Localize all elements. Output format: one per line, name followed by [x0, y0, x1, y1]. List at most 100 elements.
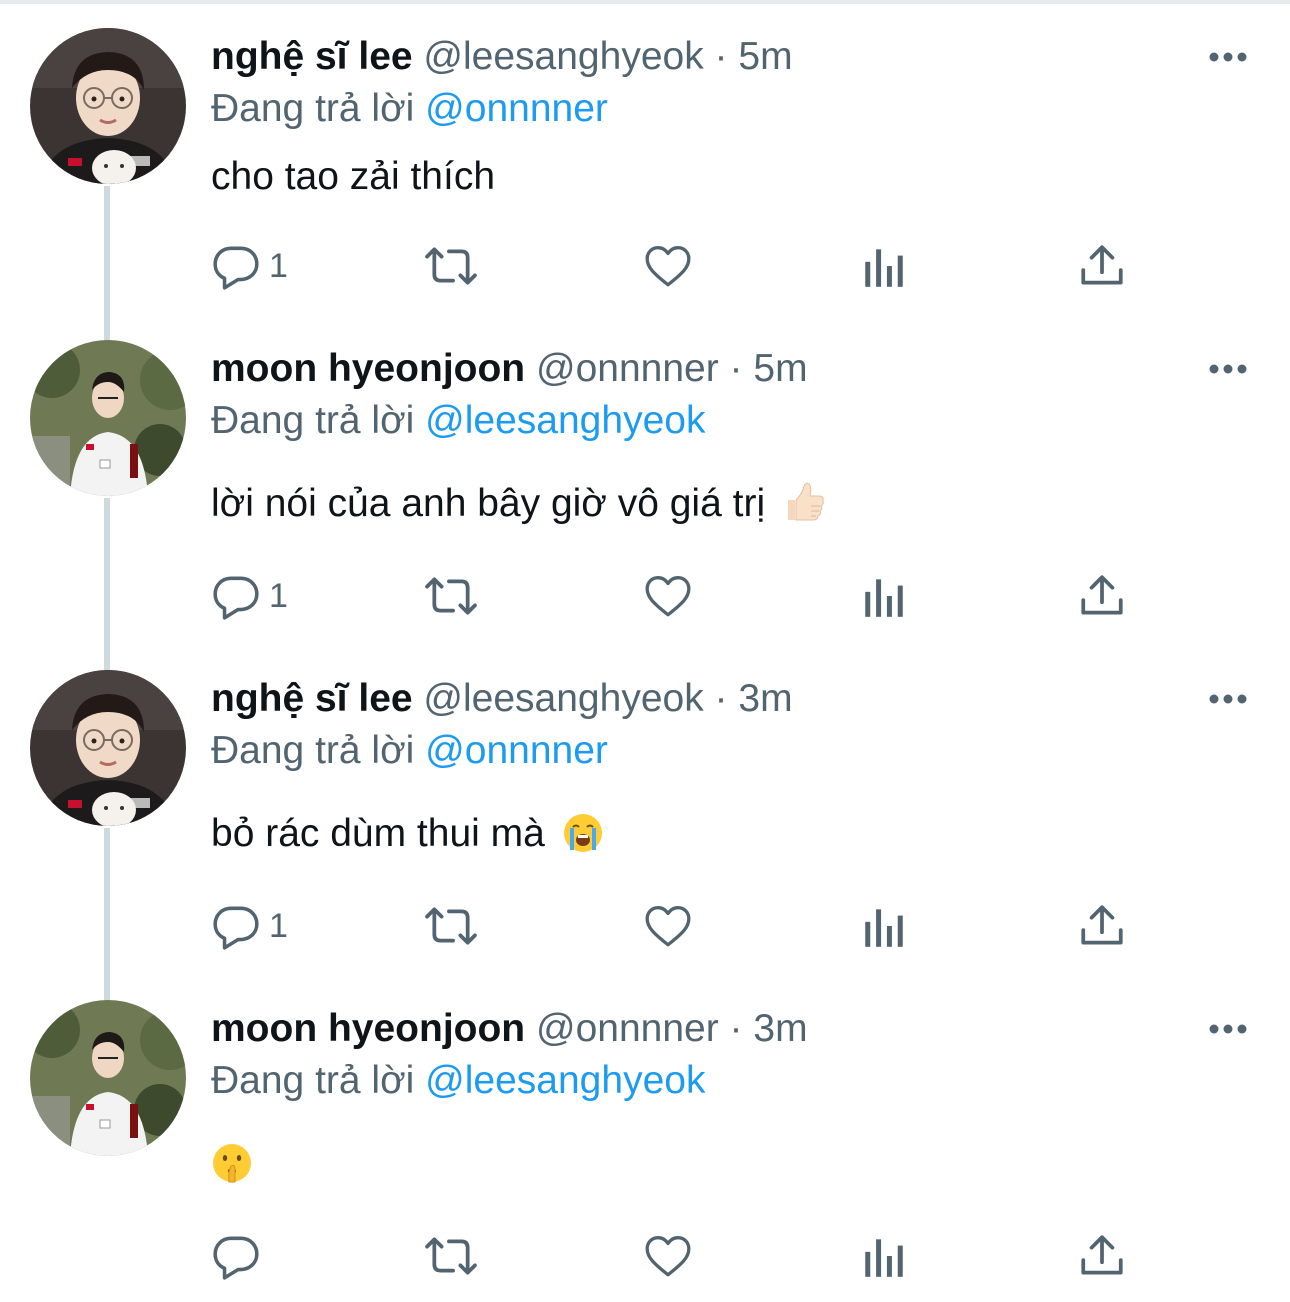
separator-dot: · — [729, 1007, 743, 1050]
tweet-text-content: bỏ rác dùm thui mà — [211, 812, 545, 855]
analytics-icon — [865, 909, 903, 947]
timestamp[interactable]: 5m — [738, 35, 792, 78]
reply-count: 1 — [269, 577, 288, 615]
reply-button[interactable]: 1 — [211, 896, 288, 956]
username[interactable]: @onnnner — [536, 1007, 719, 1050]
separator-dot: · — [714, 35, 728, 78]
share-button[interactable] — [1077, 896, 1127, 956]
replying-to-label: Đang trả lời — [211, 1059, 415, 1102]
replying-to: Đang trả lời @onnnner — [211, 86, 608, 132]
retweet-icon — [425, 907, 477, 945]
reply-icon — [213, 246, 259, 290]
share-button[interactable] — [1077, 236, 1127, 296]
separator-dot: · — [714, 677, 728, 720]
more-options-icon[interactable] — [1200, 42, 1256, 72]
tweet[interactable]: moon hyeonjoon @onnnner · 3m Đang trả lờ… — [0, 972, 1290, 1302]
tweet-header: moon hyeonjoon @onnnner · 3m — [211, 1006, 808, 1052]
display-name[interactable]: moon hyeonjoon — [211, 347, 525, 390]
analytics-button[interactable] — [861, 896, 907, 956]
shushing-face-emoji — [211, 1142, 253, 1196]
tweet-text-content: lời nói của anh bây giờ vô giá trị — [211, 482, 766, 525]
heart-icon — [645, 576, 691, 617]
tweet-text-content: cho tao zải thích — [211, 155, 496, 198]
share-icon — [1081, 1235, 1123, 1275]
analytics-icon — [865, 579, 903, 617]
reply-icon — [213, 576, 259, 620]
tweet[interactable]: nghệ sĩ lee @leesanghyeok · 3m Đang trả … — [0, 642, 1290, 972]
analytics-icon — [865, 249, 903, 287]
mention-link[interactable]: @leesanghyeok — [425, 1059, 705, 1102]
replying-to-label: Đang trả lời — [211, 399, 415, 442]
retweet-button[interactable] — [423, 1226, 479, 1286]
display-name[interactable]: nghệ sĩ lee — [211, 35, 413, 78]
tweet-text: lời nói của anh bây giờ vô giá trị — [211, 480, 826, 536]
retweet-icon — [425, 1237, 477, 1275]
analytics-button[interactable] — [861, 566, 907, 626]
action-bar — [211, 1226, 1141, 1286]
retweet-button[interactable] — [423, 896, 479, 956]
avatar[interactable] — [30, 28, 186, 184]
like-button[interactable] — [643, 566, 693, 626]
reply-button[interactable]: 1 — [211, 236, 288, 296]
replying-to: Đang trả lời @leesanghyeok — [211, 1058, 705, 1104]
mention-link[interactable]: @onnnner — [425, 729, 608, 772]
avatar[interactable] — [30, 340, 186, 496]
reply-button[interactable]: 1 — [211, 566, 288, 626]
like-button[interactable] — [643, 896, 693, 956]
heart-icon — [645, 1236, 691, 1277]
thumbs-up-emoji — [782, 480, 826, 536]
timestamp[interactable]: 3m — [753, 1007, 807, 1050]
tweet-header: moon hyeonjoon @onnnner · 5m — [211, 346, 808, 392]
replying-to-label: Đang trả lời — [211, 87, 415, 130]
like-button[interactable] — [643, 1226, 693, 1286]
tweet-header: nghệ sĩ lee @leesanghyeok · 3m — [211, 676, 793, 722]
username[interactable]: @onnnner — [536, 347, 719, 390]
mention-link[interactable]: @leesanghyeok — [425, 399, 705, 442]
tweet[interactable]: moon hyeonjoon @onnnner · 5m Đang trả lờ… — [0, 312, 1290, 642]
display-name[interactable]: moon hyeonjoon — [211, 1007, 525, 1050]
more-options-icon[interactable] — [1200, 354, 1256, 384]
timestamp[interactable]: 5m — [753, 347, 807, 390]
analytics-button[interactable] — [861, 1226, 907, 1286]
reply-count: 1 — [269, 247, 288, 285]
more-options-icon[interactable] — [1200, 1014, 1256, 1044]
tweet-text: cho tao zải thích — [211, 153, 495, 201]
more-options-icon[interactable] — [1200, 684, 1256, 714]
heart-icon — [645, 246, 691, 287]
username[interactable]: @leesanghyeok — [423, 35, 703, 78]
avatar[interactable] — [30, 670, 186, 826]
replying-to-label: Đang trả lời — [211, 729, 415, 772]
avatar[interactable] — [30, 1000, 186, 1156]
action-bar: 1 — [211, 896, 1141, 956]
retweet-icon — [425, 247, 477, 285]
display-name[interactable]: nghệ sĩ lee — [211, 677, 413, 720]
username[interactable]: @leesanghyeok — [423, 677, 703, 720]
share-button[interactable] — [1077, 566, 1127, 626]
retweet-button[interactable] — [423, 566, 479, 626]
retweet-icon — [425, 577, 477, 615]
reply-icon — [213, 906, 259, 950]
analytics-button[interactable] — [861, 236, 907, 296]
replying-to: Đang trả lời @leesanghyeok — [211, 398, 705, 444]
action-bar: 1 — [211, 236, 1141, 296]
share-icon — [1081, 905, 1123, 945]
loudly-crying-face-emoji — [562, 812, 604, 866]
share-icon — [1081, 575, 1123, 615]
tweet[interactable]: nghệ sĩ lee @leesanghyeok · 5m Đang trả … — [0, 0, 1290, 330]
reply-icon — [213, 1236, 259, 1280]
separator-dot: · — [729, 347, 743, 390]
like-button[interactable] — [643, 236, 693, 296]
analytics-icon — [865, 1239, 903, 1277]
action-bar: 1 — [211, 566, 1141, 626]
timestamp[interactable]: 3m — [738, 677, 792, 720]
mention-link[interactable]: @onnnner — [425, 87, 608, 130]
reply-button[interactable] — [211, 1226, 269, 1286]
heart-icon — [645, 906, 691, 947]
replying-to: Đang trả lời @onnnner — [211, 728, 608, 774]
tweet-header: nghệ sĩ lee @leesanghyeok · 5m — [211, 34, 793, 80]
tweet-text: bỏ rác dùm thui mà — [211, 810, 604, 866]
tweet-text — [211, 1140, 253, 1196]
share-icon — [1081, 245, 1123, 285]
share-button[interactable] — [1077, 1226, 1127, 1286]
retweet-button[interactable] — [423, 236, 479, 296]
